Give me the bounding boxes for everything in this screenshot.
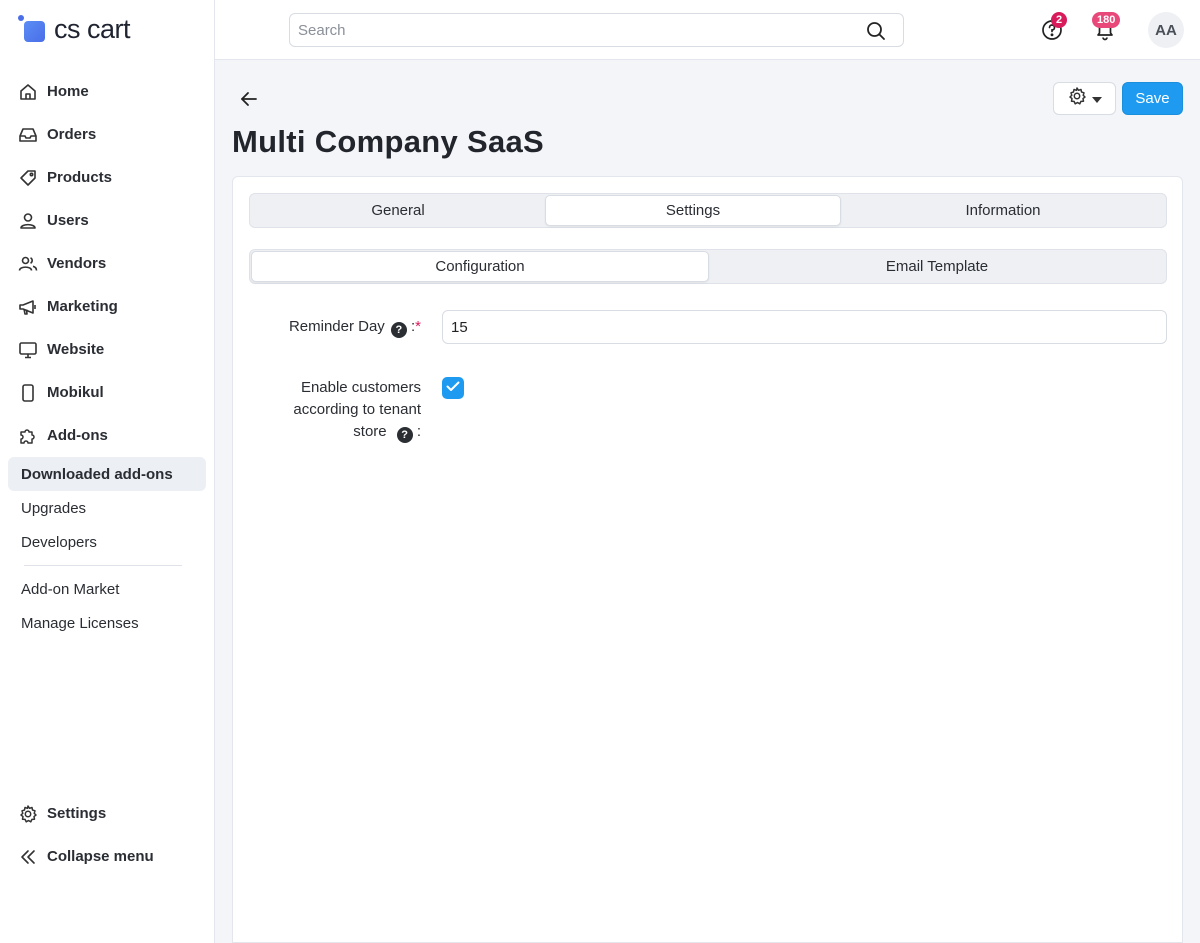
sidebar-item-label: Mobikul bbox=[47, 384, 104, 401]
search-icon[interactable] bbox=[865, 20, 887, 47]
sidebar-item-vendors[interactable]: Vendors bbox=[8, 242, 206, 285]
tab-information[interactable]: Information bbox=[841, 195, 1165, 226]
logo-text: cs cart bbox=[54, 13, 131, 44]
arrow-left-icon bbox=[238, 92, 260, 114]
sidebar: cs cart Home Orders Products Users Vendo… bbox=[0, 0, 215, 943]
sidebar-item-label: Orders bbox=[47, 126, 97, 143]
users-icon bbox=[18, 254, 38, 274]
enable-customers-row: Enable customers according to tenant sto… bbox=[249, 377, 1167, 447]
sidebar-item-home[interactable]: Home bbox=[8, 70, 206, 113]
tab-email-template[interactable]: Email Template bbox=[709, 251, 1165, 282]
tab-configuration[interactable]: Configuration bbox=[251, 251, 709, 282]
reminder-day-row: Reminder Day? :* bbox=[249, 310, 1167, 344]
reminder-day-input[interactable] bbox=[442, 310, 1167, 344]
enable-customers-label: Enable customers according to tenant sto… bbox=[249, 377, 421, 443]
puzzle-icon bbox=[18, 426, 38, 446]
sidebar-item-label: Vendors bbox=[47, 255, 107, 272]
sidebar-item-label: Products bbox=[47, 169, 113, 186]
sidebar-item-label: Marketing bbox=[47, 298, 118, 315]
reminder-day-label: Reminder Day? :* bbox=[249, 316, 421, 338]
search-box bbox=[289, 13, 904, 47]
enable-label-line3: store bbox=[353, 423, 387, 440]
required-marker: * bbox=[415, 318, 421, 335]
tab-general[interactable]: General bbox=[251, 195, 545, 226]
home-icon bbox=[18, 82, 38, 102]
sidebar-item-addons[interactable]: Add-ons bbox=[8, 414, 206, 457]
caret-down-icon bbox=[1092, 90, 1102, 108]
reminder-day-label-text: Reminder Day bbox=[288, 318, 385, 335]
phone-icon bbox=[18, 383, 38, 403]
avatar[interactable]: AA bbox=[1148, 12, 1184, 48]
help-badge: 2 bbox=[1051, 12, 1068, 28]
sidebar-item-orders[interactable]: Orders bbox=[8, 113, 206, 156]
sidebar-item-label: Users bbox=[47, 212, 89, 229]
sidebar-subitem-upgrades[interactable]: Upgrades bbox=[8, 491, 206, 525]
sidebar-item-label: Home bbox=[47, 83, 89, 100]
tag-icon bbox=[18, 168, 38, 188]
sidebar-item-products[interactable]: Products bbox=[8, 156, 206, 199]
gear-icon bbox=[1067, 86, 1087, 111]
checkmark-icon bbox=[446, 379, 460, 397]
page-title: Multi Company SaaS bbox=[232, 124, 545, 159]
sidebar-item-label: Settings bbox=[47, 805, 107, 822]
sidebar-item-mobikul[interactable]: Mobikul bbox=[8, 371, 206, 414]
sidebar-item-users[interactable]: Users bbox=[8, 199, 206, 242]
bell-icon bbox=[1093, 22, 1117, 46]
sidebar-item-label: Add-ons bbox=[47, 427, 108, 444]
gear-icon bbox=[18, 804, 38, 824]
sidebar-subitem-developers[interactable]: Developers bbox=[8, 525, 206, 559]
sidebar-item-label: Website bbox=[47, 341, 105, 358]
enable-label-line3-wrap: store? : bbox=[249, 421, 421, 443]
sidebar-bottom: Settings Collapse menu bbox=[8, 792, 206, 878]
sidebar-item-marketing[interactable]: Marketing bbox=[8, 285, 206, 328]
monitor-icon bbox=[18, 340, 38, 360]
enable-label-line2: according to tenant bbox=[293, 401, 421, 418]
sub-tabs: Configuration Email Template bbox=[249, 249, 1167, 284]
double-chevron-left-icon bbox=[18, 847, 38, 867]
settings-dropdown-button[interactable] bbox=[1053, 82, 1116, 115]
megaphone-icon bbox=[18, 297, 38, 317]
sidebar-divider bbox=[24, 565, 182, 566]
main-nav: Home Orders Products Users Vendors Marke… bbox=[8, 70, 206, 640]
question-icon[interactable]: ? bbox=[390, 322, 407, 338]
topbar: 2 180 AA bbox=[215, 0, 1200, 60]
label-colon: : bbox=[416, 423, 421, 440]
inbox-icon bbox=[18, 125, 38, 145]
sidebar-subitem-manage-licenses[interactable]: Manage Licenses bbox=[8, 606, 206, 640]
content-card: General Settings Information Configurati… bbox=[232, 176, 1183, 943]
help-button[interactable]: 2 bbox=[1040, 12, 1068, 42]
enable-label-line1: Enable customers bbox=[300, 379, 421, 396]
sidebar-item-website[interactable]: Website bbox=[8, 328, 206, 371]
sidebar-item-collapse-menu[interactable]: Collapse menu bbox=[8, 835, 206, 878]
question-icon[interactable]: ? bbox=[396, 427, 413, 443]
sidebar-item-settings[interactable]: Settings bbox=[8, 792, 206, 835]
sidebar-item-label: Collapse menu bbox=[47, 848, 154, 865]
logo[interactable]: cs cart bbox=[18, 12, 131, 46]
back-button[interactable] bbox=[238, 88, 260, 110]
save-button[interactable]: Save bbox=[1122, 82, 1183, 115]
search-input[interactable] bbox=[290, 14, 850, 46]
enable-customers-checkbox[interactable] bbox=[442, 377, 464, 399]
logo-icon bbox=[18, 15, 46, 43]
main-tabs: General Settings Information bbox=[249, 193, 1167, 228]
notifications-button[interactable]: 180 bbox=[1092, 12, 1121, 42]
help-circle-icon bbox=[1040, 20, 1064, 46]
sidebar-subitem-downloaded-addons[interactable]: Downloaded add-ons bbox=[8, 457, 206, 491]
tab-settings[interactable]: Settings bbox=[545, 195, 841, 226]
notifications-badge: 180 bbox=[1092, 12, 1121, 28]
sidebar-subitem-addon-market[interactable]: Add-on Market bbox=[8, 572, 206, 606]
user-icon bbox=[18, 211, 38, 231]
